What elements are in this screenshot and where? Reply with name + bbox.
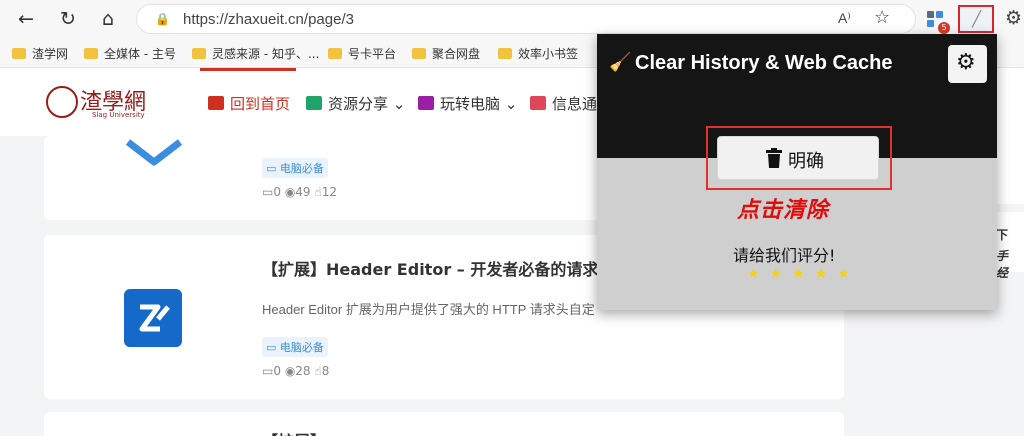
nav-resources[interactable]: 资源分享 ⌄	[306, 93, 405, 114]
double-chevron-icon	[126, 139, 182, 166]
nav-info[interactable]: 信息通	[530, 93, 597, 114]
clear-history-popup: 🧹 Clear History & Web Cache ⚙ 明确 点击清除 请给…	[597, 34, 997, 310]
clear-button[interactable]: 明确	[717, 136, 879, 180]
comment-icon: ▭	[262, 364, 274, 378]
category-tag[interactable]: ▭ 电脑必备	[262, 158, 328, 178]
bookmark-item[interactable]: 效率小书签	[498, 45, 578, 62]
article-stats: ▭0 ◉28 ☝8	[262, 364, 330, 378]
clear-button-label: 明确	[788, 151, 824, 172]
favorite-star-icon[interactable]: ☆	[874, 7, 890, 28]
article-excerpt: Header Editor 扩展为用户提供了强大的 HTTP 请求头自定	[262, 302, 595, 317]
folder-icon	[12, 48, 26, 59]
settings-button[interactable]: ⚙	[948, 45, 987, 83]
site-logo-subtitle: Slag University	[92, 111, 145, 119]
address-bar[interactable]: 🔒 https://zhaxueit.cn/page/3	[136, 4, 916, 34]
chevron-down-icon: ⌄	[504, 95, 518, 113]
folder-icon	[192, 48, 206, 59]
article-title[interactable]: 【扩展】	[262, 428, 326, 436]
trash-icon	[766, 148, 782, 168]
nav-home[interactable]: 回到首页	[208, 93, 290, 114]
article-card[interactable]	[44, 412, 844, 436]
bookmark-item[interactable]: 灵感来源 - 知乎、...	[192, 45, 319, 62]
like-icon: ☝	[314, 364, 322, 378]
nav-computer[interactable]: 玩转电脑 ⌄	[418, 93, 517, 114]
folder-icon	[306, 96, 322, 110]
gears-icon: ⚙	[956, 50, 976, 75]
bookmark-item[interactable]: 聚合网盘	[412, 45, 480, 62]
broom-icon: ╱	[972, 10, 982, 28]
article-stats: ▭0 ◉49 ☝12	[262, 185, 337, 199]
monitor-icon	[418, 96, 434, 110]
logo-seal-icon[interactable]	[46, 86, 78, 118]
extension-badge: 5	[938, 22, 950, 34]
refresh-icon[interactable]: ↻	[56, 7, 80, 31]
broom-icon: 🧹	[609, 52, 632, 73]
folder-icon	[328, 48, 342, 59]
url-text[interactable]: https://zhaxueit.cn/page/3	[183, 11, 354, 28]
folder-icon	[498, 48, 512, 59]
comment-icon: ▭	[262, 185, 274, 199]
sidebar-text: 手 经	[996, 249, 1009, 280]
bookmark-item[interactable]: 全媒体 - 主号	[84, 45, 176, 62]
click-to-clear-caption: 点击清除	[737, 198, 830, 223]
back-arrow-icon[interactable]: ←	[14, 7, 38, 31]
folder-icon	[412, 48, 426, 59]
bookmark-item[interactable]: 号卡平台	[328, 45, 396, 62]
house-icon	[208, 96, 224, 110]
lock-icon[interactable]: 🔒	[155, 12, 171, 28]
browser-toolbar: ← ↻ ⌂ 🔒 https://zhaxueit.cn/page/3 A⁾ ☆ …	[0, 0, 1024, 38]
article-title[interactable]: 【扩展】Header Editor – 开发者必备的请求	[262, 256, 598, 280]
chat-icon	[530, 96, 546, 110]
header-accent-line	[200, 68, 296, 71]
views-icon: ◉	[284, 185, 296, 199]
folder-icon	[84, 48, 98, 59]
popup-title: Clear History & Web Cache	[635, 52, 893, 74]
read-aloud-icon[interactable]: A⁾	[838, 10, 851, 27]
clear-history-extension-button[interactable]: ╱	[958, 5, 994, 33]
views-icon: ◉	[284, 364, 296, 378]
like-icon: ☝	[314, 185, 322, 199]
chevron-down-icon: ⌄	[392, 95, 406, 113]
category-tag[interactable]: ▭ 电脑必备	[262, 337, 328, 357]
edit-pen-icon	[139, 304, 170, 332]
header-editor-logo-icon[interactable]	[124, 289, 182, 347]
home-icon[interactable]: ⌂	[96, 7, 120, 31]
puzzle-icon[interactable]: ⚙	[1005, 7, 1022, 29]
rating-stars[interactable]: ★★★★★	[747, 266, 860, 282]
sidebar-text: 下	[996, 228, 1009, 242]
bookmark-item[interactable]: 渣学网	[12, 45, 68, 62]
rate-us-text[interactable]: 请给我们评分!	[733, 242, 835, 266]
